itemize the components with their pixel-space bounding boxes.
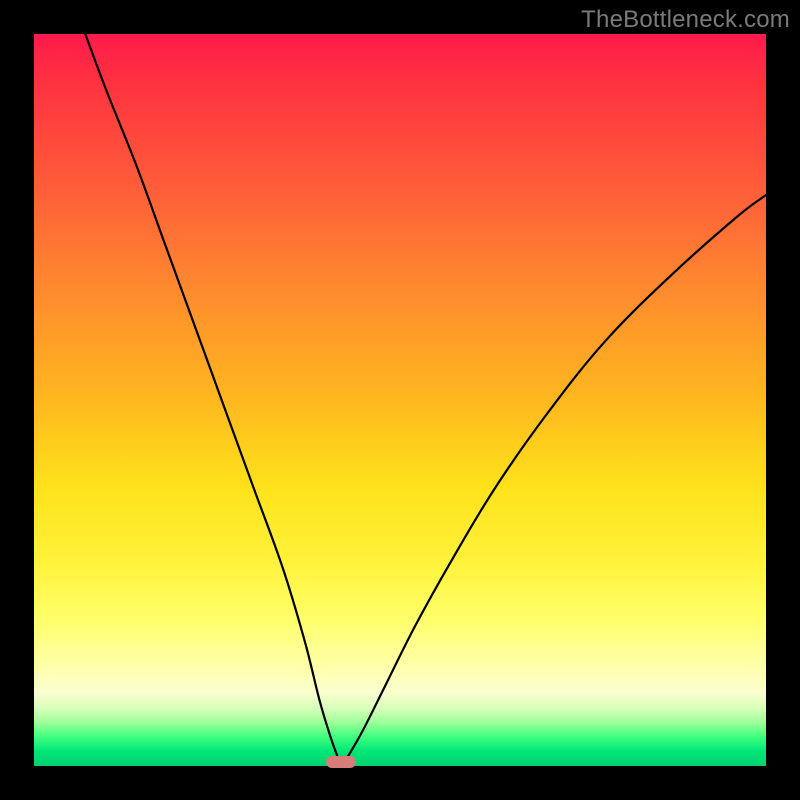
notch-marker [326, 756, 356, 768]
chart-frame: TheBottleneck.com [0, 0, 800, 800]
watermark-text: TheBottleneck.com [581, 6, 790, 34]
curve-right-branch [341, 195, 766, 766]
curve-left-branch [85, 34, 341, 766]
curve-overlay [34, 34, 766, 766]
